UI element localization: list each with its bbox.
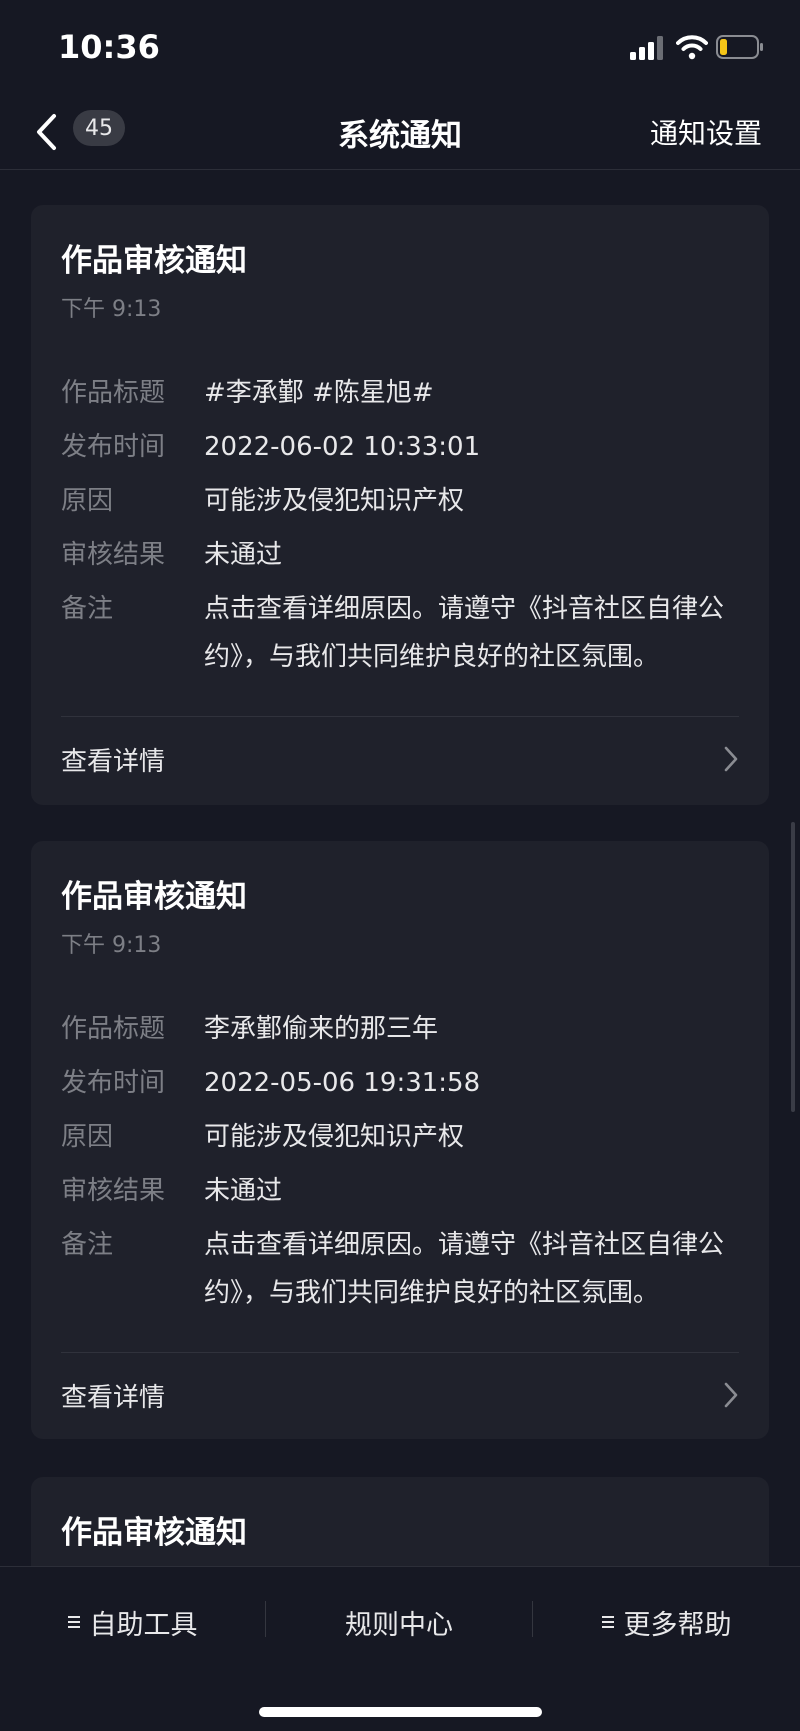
reason-value: 可能涉及侵犯知识产权	[204, 486, 465, 516]
field-label: 审核结果	[61, 540, 166, 570]
view-details-button[interactable]: 查看详情	[31, 1353, 769, 1439]
card-title: 作品审核通知	[61, 879, 247, 915]
card-title: 作品审核通知	[61, 243, 247, 279]
work-title-value: #李承鄞 #陈星旭#	[204, 378, 434, 408]
field-row: 发布时间 2022-06-02 10:33:01	[61, 429, 751, 465]
rules-center-button[interactable]: 规则中心	[266, 1597, 532, 1647]
publish-time-value: 2022-05-06 19:31:58	[204, 1068, 481, 1098]
review-result-value: 未通过	[204, 540, 283, 570]
field-label: 原因	[61, 1122, 114, 1152]
remark-value[interactable]: 点击查看详细原因。请遵守《抖音社区自律公约》，与我们共同维护良好的社区氛围。	[204, 1221, 744, 1317]
field-row: 原因 可能涉及侵犯知识产权	[61, 483, 751, 519]
field-row: 审核结果 未通过	[61, 1173, 751, 1209]
field-list: 作品标题 #李承鄞 #陈星旭# 发布时间 2022-06-02 10:33:01…	[61, 375, 751, 699]
field-row: 原因 可能涉及侵犯知识产权	[61, 1119, 751, 1155]
view-details-label: 查看详情	[61, 747, 166, 777]
field-row: 作品标题 #李承鄞 #陈星旭#	[61, 375, 751, 411]
more-help-button[interactable]: 更多帮助	[533, 1597, 800, 1647]
nav-bar: 45 系统通知 通知设置	[0, 96, 800, 170]
publish-time-value: 2022-06-02 10:33:01	[204, 432, 481, 462]
work-title-value: 李承鄞偷来的那三年	[204, 1014, 439, 1044]
signal-icon	[630, 36, 663, 60]
status-time: 10:36	[58, 28, 160, 66]
notification-card: 作品审核通知 下午 9:13 作品标题 #李承鄞 #陈星旭# 发布时间 2022…	[31, 205, 769, 805]
field-label: 备注	[61, 1230, 114, 1260]
card-title: 作品审核通知	[61, 1515, 247, 1551]
reason-value: 可能涉及侵犯知识产权	[204, 1122, 465, 1152]
wifi-icon	[676, 35, 708, 60]
scrollbar[interactable]	[791, 822, 795, 1112]
system-notifications-page: 10:36 45 系统通知 通知设置 作品审核通知 下午 9:13 作品标题 #…	[0, 0, 800, 1731]
notification-settings-button[interactable]: 通知设置	[650, 112, 762, 152]
status-bar: 10:36	[0, 0, 800, 96]
field-row: 备注 点击查看详细原因。请遵守《抖音社区自律公约》，与我们共同维护良好的社区氛围…	[61, 591, 751, 681]
field-label: 发布时间	[61, 432, 166, 462]
back-button[interactable]	[30, 108, 62, 156]
battery-icon	[716, 35, 763, 59]
field-label: 作品标题	[61, 378, 166, 408]
home-indicator[interactable]	[259, 1707, 542, 1717]
chevron-right-icon	[724, 746, 738, 772]
chevron-right-icon	[724, 1382, 738, 1408]
chevron-left-icon	[37, 114, 56, 150]
more-help-label: 更多帮助	[623, 1609, 732, 1641]
remark-value[interactable]: 点击查看详细原因。请遵守《抖音社区自律公约》，与我们共同维护良好的社区氛围。	[204, 585, 744, 681]
card-time: 下午 9:13	[61, 933, 162, 958]
review-result-value: 未通过	[204, 1176, 283, 1206]
field-row: 备注 点击查看详细原因。请遵守《抖音社区自律公约》，与我们共同维护良好的社区氛围…	[61, 1227, 751, 1317]
field-label: 发布时间	[61, 1068, 166, 1098]
field-label: 审核结果	[61, 1176, 166, 1206]
field-row: 发布时间 2022-05-06 19:31:58	[61, 1065, 751, 1101]
card-time: 下午 9:13	[61, 297, 162, 322]
bottom-toolbar: 自助工具 规则中心 更多帮助	[0, 1566, 800, 1731]
view-details-button[interactable]: 查看详情	[31, 717, 769, 803]
field-label: 作品标题	[61, 1014, 166, 1044]
menu-icon	[601, 1616, 614, 1628]
unread-count-badge[interactable]: 45	[73, 110, 125, 146]
notification-card: 作品审核通知 下午 9:13 作品标题 李承鄞偷来的那三年 发布时间 2022-…	[31, 841, 769, 1439]
field-row: 审核结果 未通过	[61, 537, 751, 573]
rules-center-label: 规则中心	[345, 1609, 453, 1641]
menu-icon	[67, 1616, 80, 1628]
self-help-tools-label: 自助工具	[89, 1609, 198, 1641]
field-label: 备注	[61, 594, 114, 624]
view-details-label: 查看详情	[61, 1383, 166, 1413]
self-help-tools-button[interactable]: 自助工具	[0, 1597, 265, 1647]
field-row: 作品标题 李承鄞偷来的那三年	[61, 1011, 751, 1047]
field-list: 作品标题 李承鄞偷来的那三年 发布时间 2022-05-06 19:31:58 …	[61, 1011, 751, 1335]
field-label: 原因	[61, 486, 114, 516]
